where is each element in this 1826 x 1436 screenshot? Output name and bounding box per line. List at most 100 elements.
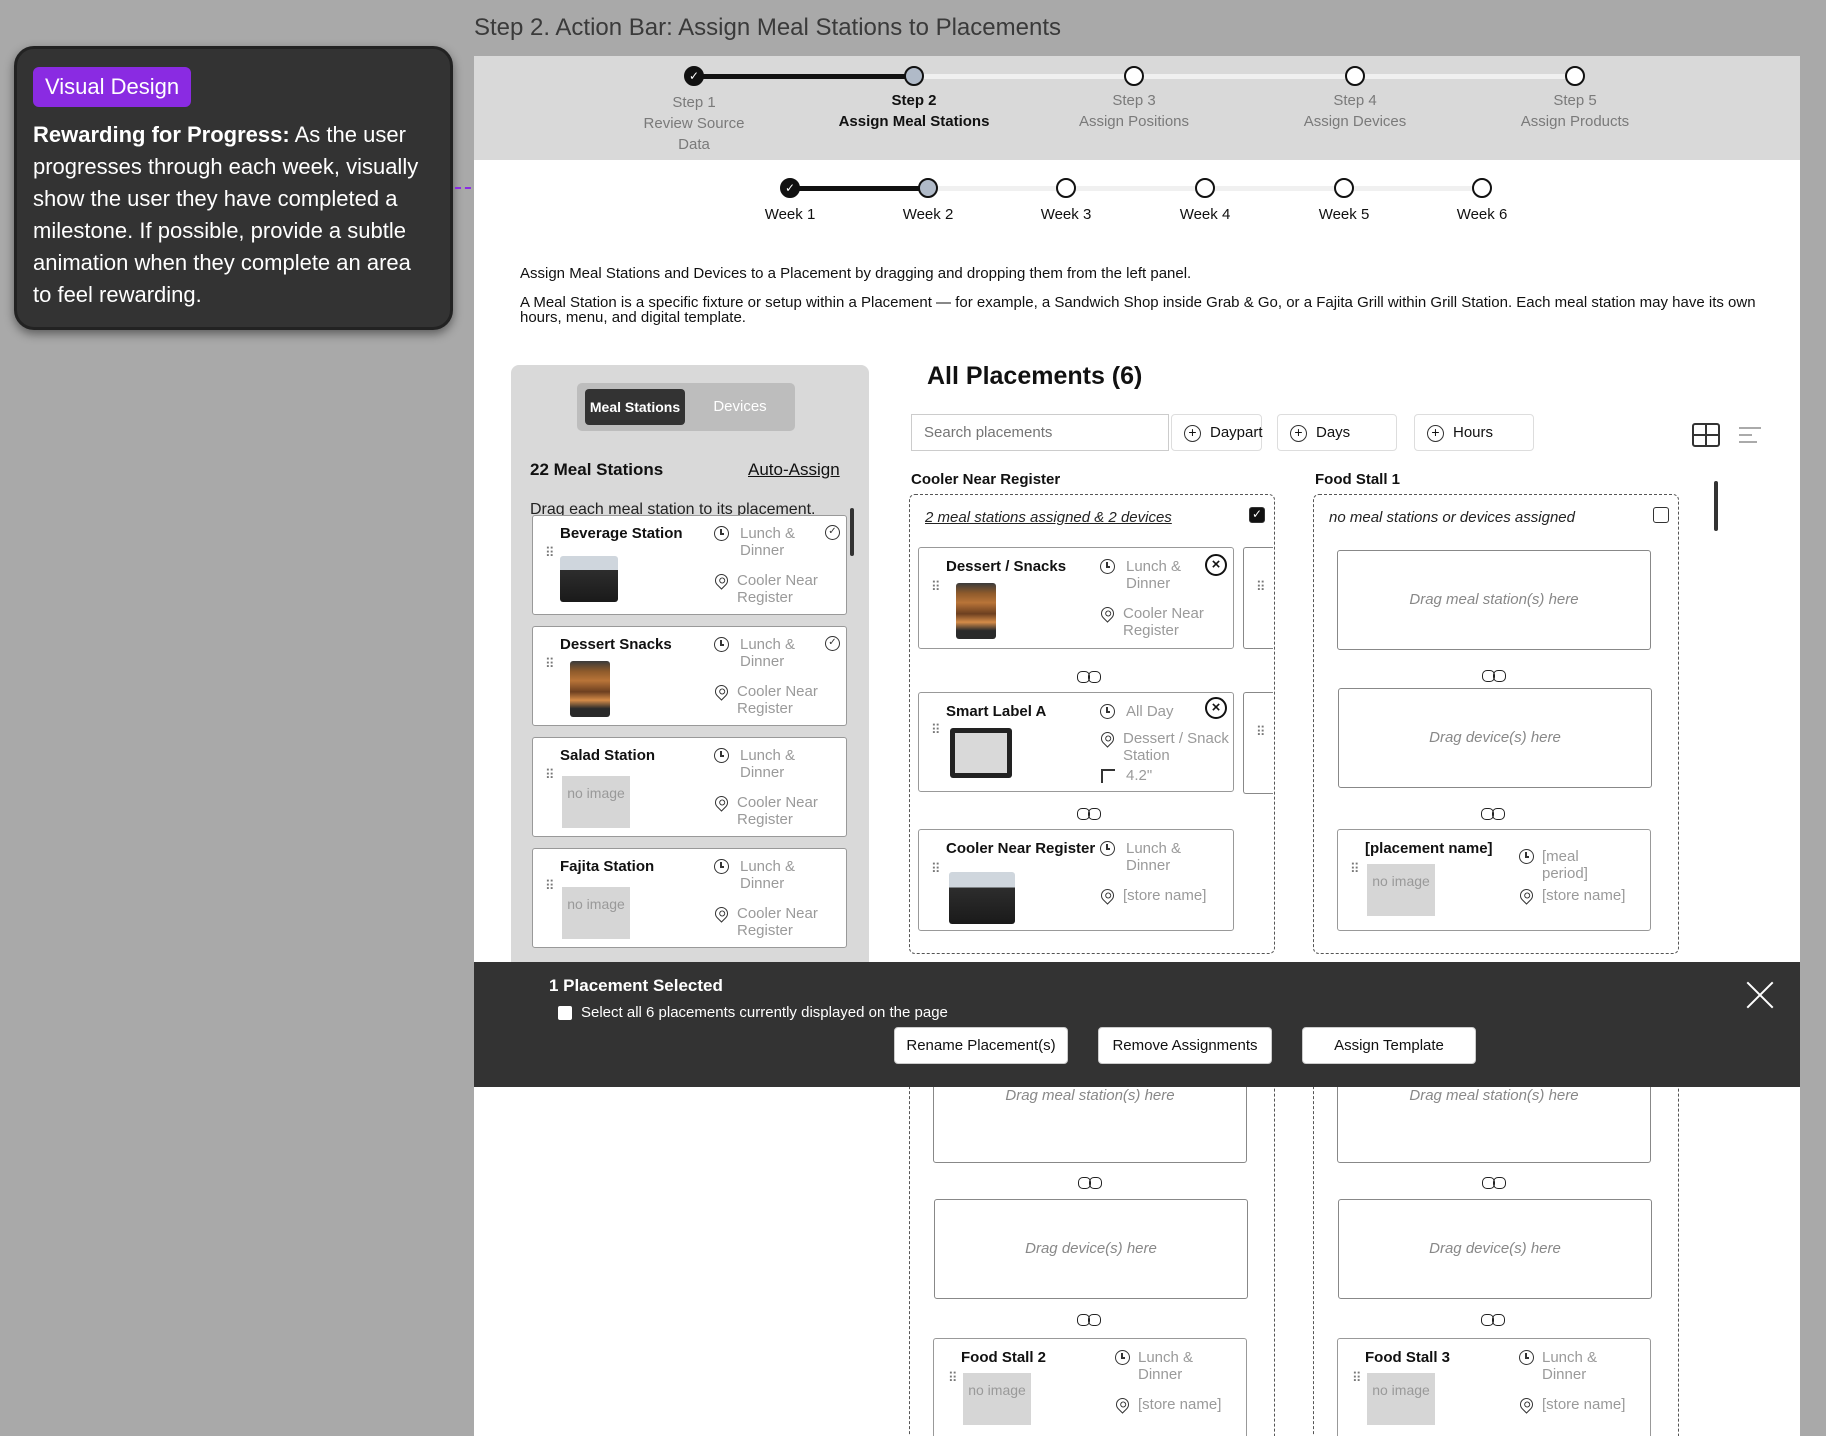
link-icon[interactable]: [1078, 1177, 1102, 1189]
step-5-label[interactable]: Step 5 Assign Products: [1485, 90, 1665, 132]
clock-icon: [714, 526, 729, 541]
meal-station-card[interactable]: ⠿ Dessert Snacks Lunch & Dinner Cooler N…: [532, 626, 847, 726]
drag-handle-icon[interactable]: ⠿: [931, 723, 941, 736]
card-location: Cooler Near Register: [737, 794, 818, 828]
placement-checkbox[interactable]: [1653, 507, 1669, 523]
drag-handle-icon[interactable]: ⠿: [1256, 580, 1266, 593]
drag-handle-icon[interactable]: ⠿: [931, 580, 941, 593]
drag-handle-icon[interactable]: ⠿: [1256, 725, 1266, 738]
placement-info-card[interactable]: ⠿ Cooler Near Register Lunch & Dinner [s…: [918, 829, 1234, 931]
select-all-label[interactable]: Select all 6 placements currently displa…: [581, 1004, 948, 1021]
week-3-label[interactable]: Week 3: [1016, 206, 1116, 223]
assigned-meal-station-card[interactable]: ⠿ Dessert / Snacks Lunch & Dinner Cooler…: [918, 547, 1234, 649]
link-icon[interactable]: [1481, 1314, 1505, 1326]
next-card-peek: ⠿: [1243, 547, 1273, 649]
placement-info-card[interactable]: ⠿ [placement name] no image [meal period…: [1337, 829, 1651, 931]
drag-handle-icon[interactable]: ⠿: [545, 768, 555, 781]
step-1-label[interactable]: Step 1 Review Source Data: [604, 92, 784, 155]
remove-icon[interactable]: ×: [1205, 554, 1227, 576]
week-3-node[interactable]: [1056, 178, 1076, 198]
remove-assignments-button[interactable]: Remove Assignments: [1098, 1027, 1272, 1064]
placement-info-card[interactable]: ⠿ Food Stall 2 no image Lunch & Dinner […: [933, 1338, 1247, 1436]
tab-meal-stations[interactable]: Meal Stations: [585, 389, 685, 425]
drag-handle-icon[interactable]: ⠿: [1350, 862, 1360, 875]
week-1-label[interactable]: Week 1: [740, 206, 840, 223]
card-title: Beverage Station: [560, 525, 683, 542]
week-5-node[interactable]: [1334, 178, 1354, 198]
tab-devices[interactable]: Devices: [693, 389, 787, 425]
placement-summary[interactable]: 2 meal stations assigned & 2 devices: [925, 509, 1172, 526]
card-title: Dessert / Snacks: [946, 558, 1067, 575]
list-view-icon[interactable]: [1739, 427, 1761, 445]
drop-zone-device[interactable]: Drag device(s) here: [1338, 1199, 1652, 1299]
week-1-node[interactable]: [780, 178, 800, 198]
step-5-number: Step 5: [1553, 92, 1597, 109]
step-1-node[interactable]: [684, 66, 704, 86]
placements-scrollbar[interactable]: [1714, 481, 1718, 531]
meal-station-card[interactable]: ⠿ Beverage Station Lunch & Dinner Cooler…: [532, 515, 847, 615]
grid-view-icon[interactable]: [1692, 423, 1720, 447]
placement-card-cooler[interactable]: 2 meal stations assigned & 2 devices ✓ ⠿…: [909, 494, 1275, 954]
clock-icon: [1519, 849, 1534, 864]
location-pin-icon: [712, 682, 731, 701]
step-2-label[interactable]: Step 2 Assign Meal Stations: [824, 90, 1004, 132]
link-icon[interactable]: [1482, 1177, 1506, 1189]
placement-checkbox[interactable]: ✓: [1249, 507, 1265, 523]
drop-zone-device[interactable]: Drag device(s) here: [1338, 688, 1652, 788]
placement-card-food-stall-3[interactable]: Drag meal station(s) here Drag device(s)…: [1313, 1075, 1679, 1436]
filter-hours-button[interactable]: Hours: [1414, 414, 1534, 451]
auto-assign-link[interactable]: Auto-Assign: [748, 460, 840, 480]
card-meal-period: Lunch & Dinner: [1138, 1349, 1194, 1383]
link-icon[interactable]: [1482, 670, 1506, 682]
placement-info-card[interactable]: ⠿ Food Stall 3 no image Lunch & Dinner […: [1337, 1338, 1651, 1436]
week-4-label[interactable]: Week 4: [1155, 206, 1255, 223]
placement-card-food-stall-2[interactable]: Drag meal station(s) here Drag device(s)…: [909, 1075, 1275, 1436]
step-4-label[interactable]: Step 4 Assign Devices: [1265, 90, 1445, 132]
rename-placements-button[interactable]: Rename Placement(s): [894, 1027, 1068, 1064]
drag-handle-icon[interactable]: ⠿: [545, 879, 555, 892]
drop-zone-meal-station[interactable]: Drag meal station(s) here: [933, 1075, 1247, 1163]
drag-handle-icon[interactable]: ⠿: [931, 862, 941, 875]
smart-label-image: [950, 728, 1012, 778]
link-icon[interactable]: [1077, 808, 1101, 820]
week-2-node[interactable]: [918, 178, 938, 198]
panel-scrollbar[interactable]: [850, 508, 854, 556]
step-5-node[interactable]: [1565, 66, 1585, 86]
filter-daypart-button[interactable]: Daypart: [1171, 414, 1263, 451]
close-icon[interactable]: [1745, 981, 1775, 1011]
drag-handle-icon[interactable]: ⠿: [1352, 1371, 1362, 1384]
step-4-node[interactable]: [1345, 66, 1365, 86]
week-6-node[interactable]: [1472, 178, 1492, 198]
assigned-device-card[interactable]: ⠿ Smart Label A All Day Dessert / Snack …: [918, 692, 1234, 792]
week-5-label[interactable]: Week 5: [1294, 206, 1394, 223]
card-title: Dessert Snacks: [560, 636, 672, 653]
filter-days-button[interactable]: Days: [1277, 414, 1397, 451]
note-badge: Visual Design: [33, 67, 192, 107]
drag-handle-icon[interactable]: ⠿: [948, 1371, 958, 1384]
clock-icon: [714, 859, 729, 874]
link-icon[interactable]: [1077, 1314, 1101, 1326]
week-2-label[interactable]: Week 2: [878, 206, 978, 223]
step-3-node[interactable]: [1124, 66, 1144, 86]
card-meal-period: Lunch & Dinner: [740, 858, 796, 892]
meal-station-card[interactable]: ⠿ Salad Station no image Lunch & Dinner …: [532, 737, 847, 837]
card-location: Cooler Near Register: [1123, 605, 1204, 639]
step-2-node[interactable]: [904, 66, 924, 86]
drop-zone-meal-station[interactable]: Drag meal station(s) here: [1337, 550, 1651, 650]
week-4-node[interactable]: [1195, 178, 1215, 198]
placement-label: Cooler Near Register: [911, 471, 1061, 488]
drag-handle-icon[interactable]: ⠿: [545, 546, 555, 559]
week-6-label[interactable]: Week 6: [1432, 206, 1532, 223]
drag-handle-icon[interactable]: ⠿: [545, 657, 555, 670]
search-placements-input[interactable]: [911, 414, 1169, 451]
link-icon[interactable]: [1077, 671, 1101, 683]
link-icon[interactable]: [1481, 808, 1505, 820]
select-all-checkbox[interactable]: [558, 1006, 572, 1020]
assign-template-button[interactable]: Assign Template: [1302, 1027, 1476, 1064]
remove-icon[interactable]: ×: [1205, 697, 1227, 719]
meal-station-card[interactable]: ⠿ Fajita Station no image Lunch & Dinner…: [532, 848, 847, 948]
step-3-label[interactable]: Step 3 Assign Positions: [1044, 90, 1224, 132]
drop-zone-device[interactable]: Drag device(s) here: [934, 1199, 1248, 1299]
drop-zone-meal-station[interactable]: Drag meal station(s) here: [1337, 1075, 1651, 1163]
placement-card-food-stall-1[interactable]: no meal stations or devices assigned Dra…: [1313, 494, 1679, 954]
